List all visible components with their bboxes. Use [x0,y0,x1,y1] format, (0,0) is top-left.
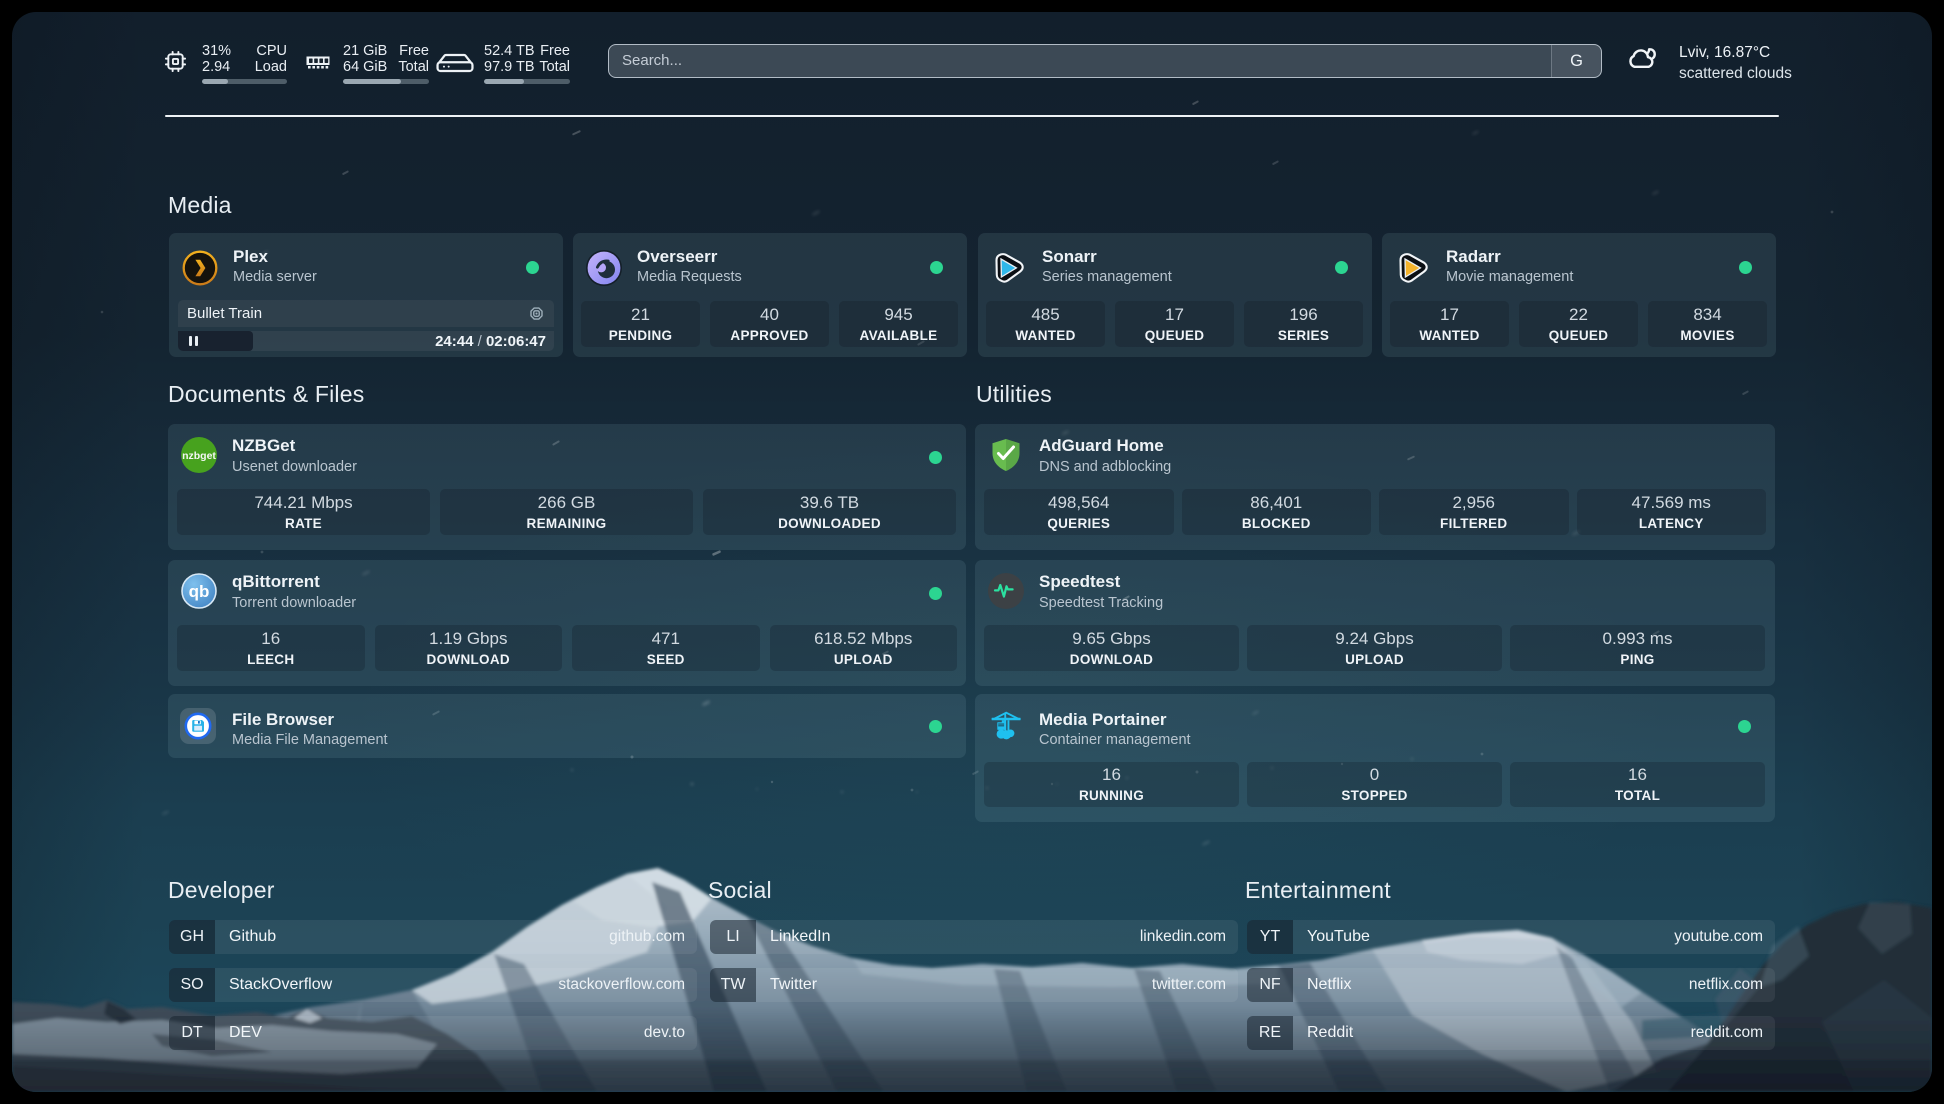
svg-text:qb: qb [189,582,210,601]
svg-text:nzbget: nzbget [182,450,216,462]
